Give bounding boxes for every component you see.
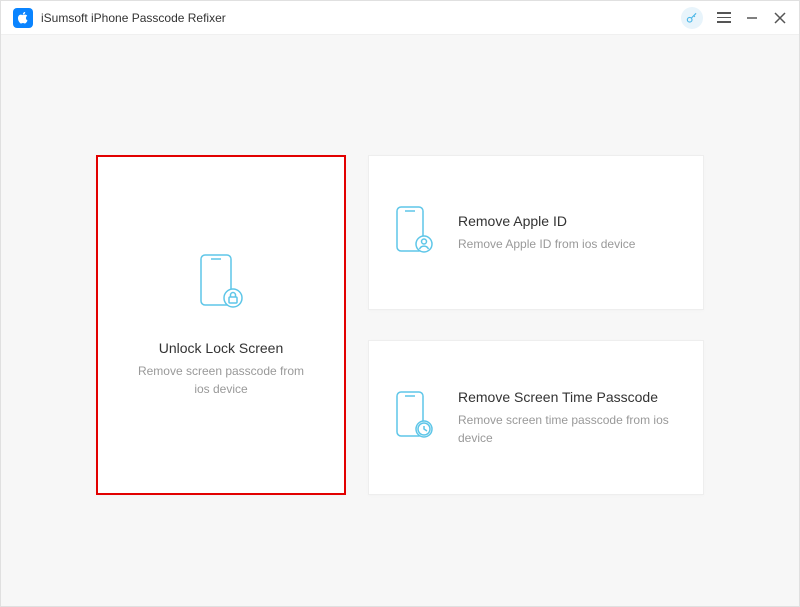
close-icon [774, 12, 786, 24]
minimize-icon [746, 12, 758, 24]
app-title: iSumsoft iPhone Passcode Refixer [41, 11, 681, 25]
content-area: Unlock Lock Screen Remove screen passcod… [1, 35, 799, 606]
apple-id-card-desc: Remove Apple ID from ios device [458, 235, 678, 253]
menu-button[interactable] [717, 11, 731, 25]
close-button[interactable] [773, 12, 787, 24]
key-icon [685, 11, 699, 25]
screen-time-card-title: Remove Screen Time Passcode [458, 389, 678, 405]
app-window: iSumsoft iPhone Passcode Refixer [0, 0, 800, 607]
phone-user-icon [394, 205, 434, 260]
minimize-button[interactable] [745, 12, 759, 24]
apple-icon [16, 11, 30, 25]
register-button[interactable] [681, 7, 703, 29]
apple-id-card-text: Remove Apple ID Remove Apple ID from ios… [458, 213, 678, 253]
titlebar: iSumsoft iPhone Passcode Refixer [1, 1, 799, 35]
titlebar-controls [681, 7, 787, 29]
remove-apple-id-card[interactable]: Remove Apple ID Remove Apple ID from ios… [368, 155, 704, 310]
remove-screen-time-card[interactable]: Remove Screen Time Passcode Remove scree… [368, 340, 704, 495]
unlock-lock-screen-card[interactable]: Unlock Lock Screen Remove screen passcod… [96, 155, 346, 495]
unlock-card-desc: Remove screen passcode from ios device [131, 362, 311, 398]
apple-id-card-title: Remove Apple ID [458, 213, 678, 229]
phone-lock-icon [198, 253, 244, 316]
right-column: Remove Apple ID Remove Apple ID from ios… [368, 155, 704, 506]
app-logo [13, 8, 33, 28]
screen-time-card-text: Remove Screen Time Passcode Remove scree… [458, 389, 678, 447]
menu-icon [717, 12, 731, 14]
phone-clock-icon [394, 390, 434, 445]
unlock-card-title: Unlock Lock Screen [159, 340, 284, 356]
screen-time-card-desc: Remove screen time passcode from ios dev… [458, 411, 678, 447]
